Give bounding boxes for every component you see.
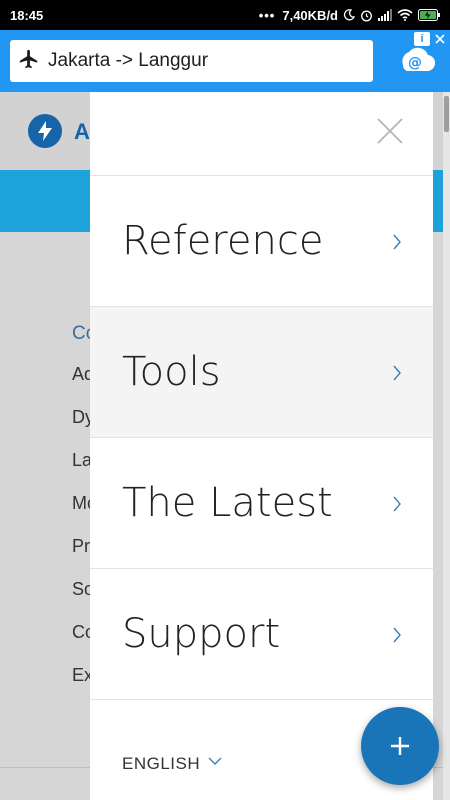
ad-banner[interactable]: Jakarta -> Langgur @ i [0, 30, 450, 92]
ad-close-icon[interactable] [432, 32, 448, 46]
menu-item-reference[interactable]: Reference [90, 176, 433, 307]
language-label: ENGLISH [122, 754, 201, 773]
menu-item-the-latest[interactable]: The Latest [90, 438, 433, 569]
status-icons: ••• 7,40KB/d [259, 8, 440, 23]
moon-icon [343, 9, 355, 21]
chevron-down-icon [208, 757, 222, 765]
add-fab-button[interactable] [361, 707, 439, 785]
plus-icon [391, 737, 409, 755]
ad-destination-text: Jakarta -> Langgur [48, 50, 209, 71]
signal-icon [378, 9, 392, 21]
battery-charging-icon [418, 9, 440, 21]
menu-item-label: Support [122, 611, 281, 657]
close-drawer-button[interactable] [375, 116, 405, 146]
ad-destination-box[interactable]: Jakarta -> Langgur [10, 40, 373, 82]
status-time: 18:45 [10, 7, 44, 23]
network-speed: 7,40KB/d [282, 7, 338, 23]
wifi-icon [397, 9, 413, 21]
menu-item-support[interactable]: Support [90, 569, 433, 700]
close-icon [377, 118, 403, 144]
airplane-icon [18, 48, 40, 75]
status-bar: 18:45 ••• 7,40KB/d [0, 0, 450, 30]
menu-item-label: Reference [122, 218, 324, 264]
background-brand-text: A [74, 119, 90, 144]
ad-info-icon[interactable]: i [414, 32, 430, 46]
amp-logo-icon [28, 114, 62, 148]
chevron-right-icon [393, 496, 401, 512]
drawer-header [90, 92, 433, 176]
chevron-right-icon [393, 627, 401, 643]
language-selector[interactable]: ENGLISH [122, 754, 222, 774]
navigation-drawer: Reference Tools The Latest Support ENGLI… [90, 92, 433, 800]
chevron-right-icon [393, 365, 401, 381]
scrollbar-thumb[interactable] [444, 96, 449, 132]
alarm-icon [360, 9, 373, 22]
more-notifications-icon: ••• [258, 7, 276, 23]
chevron-right-icon [393, 234, 401, 250]
menu-item-label: Tools [122, 349, 221, 395]
svg-text:@: @ [408, 55, 422, 71]
menu-item-tools[interactable]: Tools [90, 307, 433, 438]
menu-item-label: The Latest [122, 480, 333, 526]
page-scrollbar[interactable] [443, 92, 450, 800]
